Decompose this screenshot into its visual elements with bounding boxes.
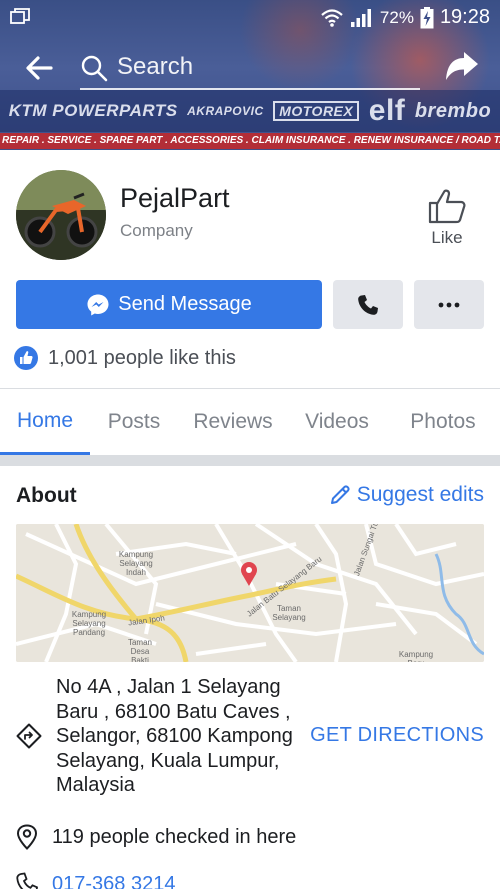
cover-photo: 72% 19:28 Search KTM POWERPARTS AKRAPOVI… xyxy=(0,0,500,150)
signal-icon xyxy=(350,8,371,27)
phone-icon xyxy=(358,294,378,315)
likes-summary[interactable]: 1,001 people like this xyxy=(14,346,236,370)
checkins-text: 119 people checked in here xyxy=(52,825,297,848)
motorcycle-photo xyxy=(16,170,106,260)
sponsor-logo: AKRAPOVIC xyxy=(187,104,264,118)
phone-number-link[interactable]: 017-368 3214 xyxy=(52,873,175,889)
back-arrow-icon[interactable] xyxy=(24,54,54,82)
map-label: Taman Desa Bakti xyxy=(127,638,152,662)
more-dots-icon xyxy=(438,302,460,307)
sponsor-logo: elf xyxy=(368,94,406,127)
map-label: Kampung Baru xyxy=(398,650,434,662)
status-bar: 72% 19:28 xyxy=(0,0,500,36)
messenger-icon xyxy=(87,294,109,315)
search-bar: Search xyxy=(0,46,500,90)
window-icon xyxy=(10,8,30,24)
page-title: PejalPart xyxy=(120,183,230,213)
tab-bar: Home Posts Reviews Videos Photos xyxy=(0,389,500,455)
tab-home[interactable]: Home xyxy=(0,389,90,455)
like-badge-icon xyxy=(14,346,38,370)
address-text: No 4A , Jalan 1 Selayang Baru , 68100 Ba… xyxy=(56,676,293,797)
avatar[interactable] xyxy=(16,170,106,260)
tab-videos[interactable]: Videos xyxy=(288,389,386,455)
sponsor-logo: KTM POWERPARTS xyxy=(8,101,178,120)
checkins-row: 119 people checked in here xyxy=(16,824,296,850)
page-category: Company xyxy=(120,221,193,240)
battery-charging-icon xyxy=(420,6,434,28)
like-button[interactable]: Like xyxy=(416,188,478,252)
like-label: Like xyxy=(431,228,463,247)
call-button[interactable] xyxy=(333,280,403,329)
location-pin-icon xyxy=(16,824,38,850)
search-icon xyxy=(81,55,108,82)
section-separator xyxy=(0,455,500,466)
get-directions-button[interactable]: GET DIRECTIONS xyxy=(310,724,484,747)
tab-photos[interactable]: Photos xyxy=(386,389,500,455)
tab-reviews[interactable]: Reviews xyxy=(178,389,288,455)
thumbs-up-icon xyxy=(428,189,466,224)
tab-posts[interactable]: Posts xyxy=(90,389,178,455)
battery-percent: 72% xyxy=(379,7,414,27)
map-streets xyxy=(16,524,484,662)
location-map[interactable]: Kampung Selayang Indah Kampung Selayang … xyxy=(16,524,484,662)
services-banner: REPAIR . SERVICE . SPARE PART . ACCESSOR… xyxy=(0,133,500,149)
address-row: No 4A , Jalan 1 Selayang Baru , 68100 Ba… xyxy=(16,675,484,800)
pencil-icon xyxy=(330,485,350,504)
sponsor-logo: MOTOREX xyxy=(273,101,360,121)
send-message-button[interactable]: Send Message xyxy=(16,280,322,329)
about-heading: About xyxy=(16,484,77,507)
clock: 19:28 xyxy=(439,6,490,28)
more-options-button[interactable] xyxy=(414,280,484,329)
map-label: Kampung Selayang Indah xyxy=(118,550,154,577)
sponsor-logos: KTM POWERPARTS AKRAPOVIC MOTOREX elf bre… xyxy=(0,90,500,132)
directions-icon xyxy=(16,723,42,749)
search-input[interactable]: Search xyxy=(117,53,193,81)
phone-row[interactable]: 017-368 3214 xyxy=(16,872,175,889)
wifi-icon xyxy=(321,8,343,27)
sponsor-logo: brembo xyxy=(414,99,492,122)
suggest-edits-label: Suggest edits xyxy=(356,483,484,506)
likes-count: 1,001 people like this xyxy=(48,346,236,369)
suggest-edits-link[interactable]: Suggest edits xyxy=(329,483,484,507)
share-icon[interactable] xyxy=(444,50,480,84)
phone-icon xyxy=(16,872,38,889)
map-label: Taman Selayang xyxy=(272,604,306,622)
map-label: Kampung Selayang Pandang xyxy=(71,610,107,637)
send-message-label: Send Message xyxy=(118,293,252,315)
